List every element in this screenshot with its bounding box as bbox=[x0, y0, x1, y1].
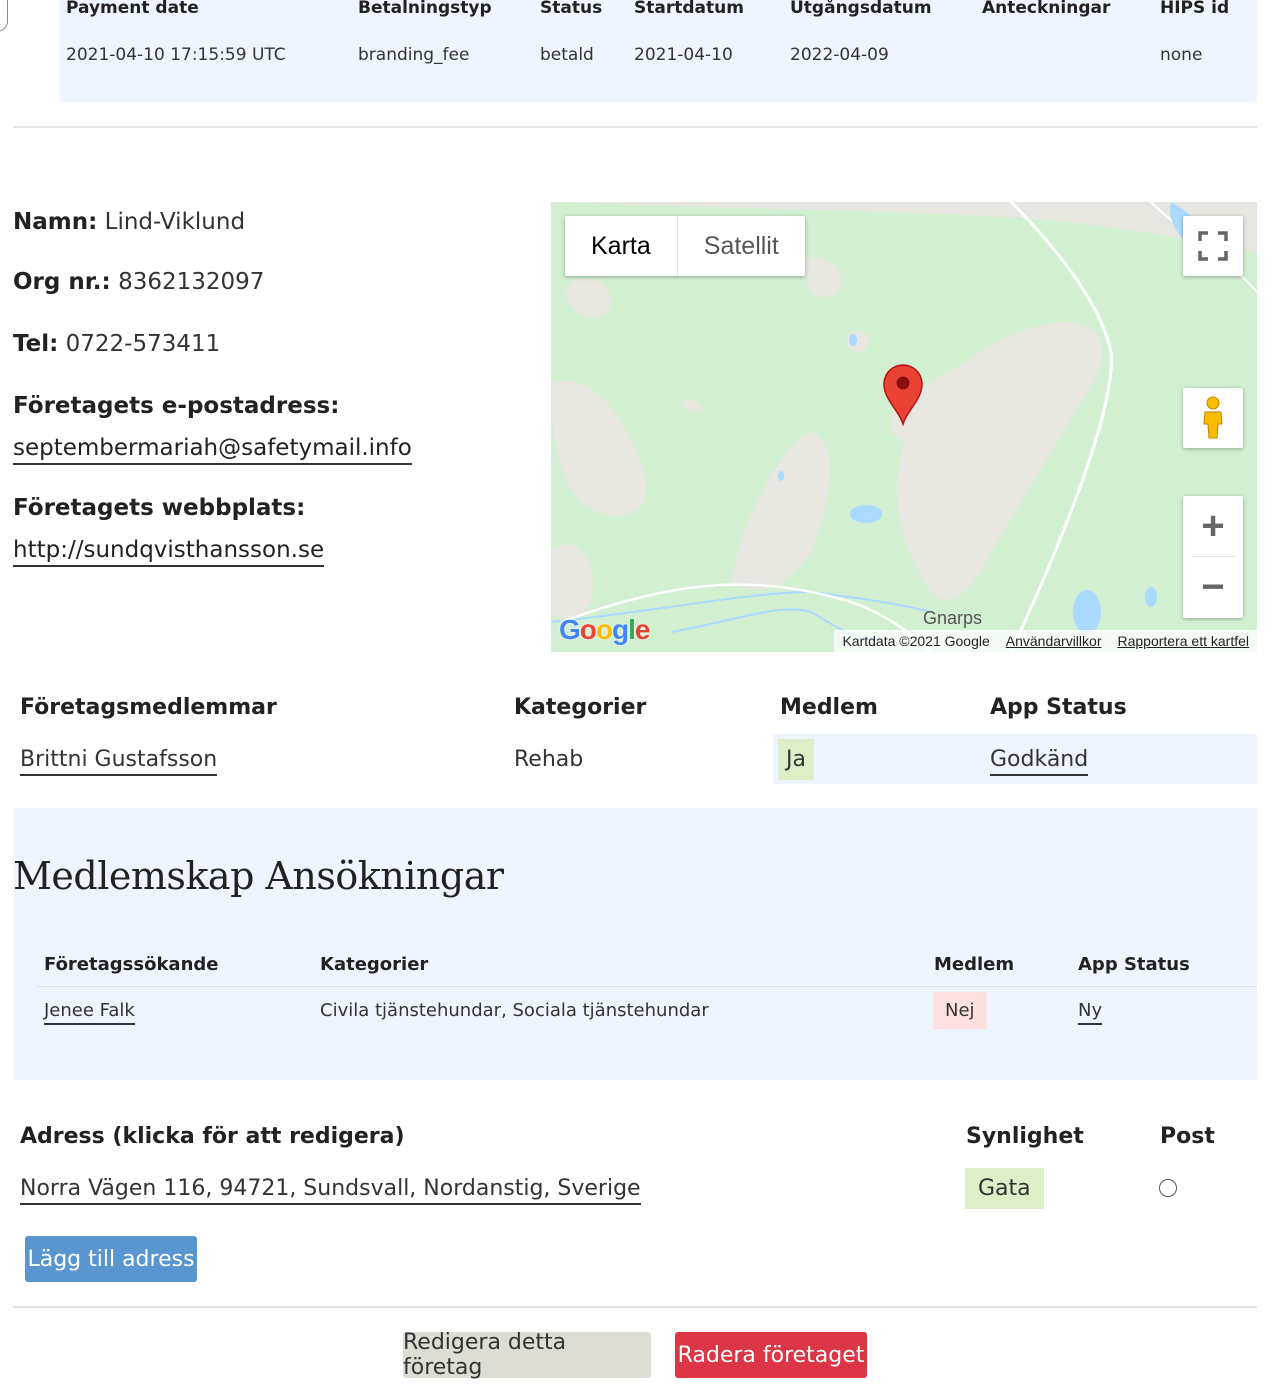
fullscreen-button[interactable] bbox=[1183, 216, 1243, 276]
payments-header-hips: HIPS id bbox=[1160, 0, 1230, 18]
address-link[interactable]: Norra Vägen 116, 94721, Sundsvall, Norda… bbox=[20, 1176, 641, 1205]
member-category: Rehab bbox=[514, 747, 584, 772]
applicant-app-status-link[interactable]: Ny bbox=[1078, 1000, 1103, 1025]
map-marker-icon[interactable] bbox=[882, 362, 924, 426]
members-header-status: App Status bbox=[990, 695, 1127, 720]
company-website-link[interactable]: http://sundqvisthansson.se bbox=[13, 537, 325, 567]
payment-status: betald bbox=[540, 45, 594, 65]
visibility-header: Synlighet bbox=[966, 1124, 1084, 1149]
google-logo[interactable]: Google bbox=[559, 614, 650, 646]
company-name: Lind-Viklund bbox=[104, 209, 246, 235]
pegman-icon bbox=[1203, 396, 1223, 439]
applications-section: Medlemskap Ansökningar Företagssökande K… bbox=[13, 808, 1257, 1080]
divider bbox=[13, 1306, 1257, 1308]
company-email-label-text: Företagets e-postadress: bbox=[13, 393, 340, 419]
company-email-link[interactable]: septembermariah@safetymail.info bbox=[13, 435, 412, 465]
zoom-out-button[interactable]: − bbox=[1183, 557, 1243, 618]
zoom-control: + − bbox=[1183, 496, 1243, 618]
decorative-corner bbox=[0, 0, 8, 32]
delete-company-button[interactable]: Radera företaget bbox=[675, 1332, 867, 1378]
company-name-line: Namn: Lind-Viklund bbox=[13, 209, 245, 235]
payments-header-expiry: Utgångsdatum bbox=[790, 0, 932, 18]
company-web-line: http://sundqvisthansson.se bbox=[13, 537, 325, 567]
fullscreen-icon bbox=[1198, 231, 1228, 261]
payment-type: branding_fee bbox=[358, 45, 470, 65]
company-tel-label: Tel: bbox=[13, 331, 59, 357]
zoom-in-button[interactable]: + bbox=[1183, 496, 1243, 557]
company-org-line: Org nr.: 8362132097 bbox=[13, 269, 264, 295]
company-tel: 0722-573411 bbox=[65, 331, 221, 357]
map-place-label: Gnarps bbox=[923, 608, 983, 628]
post-header: Post bbox=[1160, 1124, 1215, 1149]
divider bbox=[13, 126, 1257, 128]
company-email-line: septembermariah@safetymail.info bbox=[13, 435, 412, 465]
member-app-status-link[interactable]: Godkänd bbox=[990, 747, 1089, 776]
company-org-number: 8362132097 bbox=[118, 269, 265, 295]
edit-company-button[interactable]: Redigera detta företag bbox=[403, 1330, 651, 1380]
payment-date: 2021-04-10 17:15:59 UTC bbox=[66, 45, 286, 65]
address-header: Adress (klicka för att redigera) bbox=[20, 1124, 405, 1149]
map-data-credit: Kartdata ©2021 Google bbox=[842, 633, 990, 649]
map-terms-link[interactable]: Användarvillkor bbox=[998, 633, 1110, 649]
add-address-button[interactable]: Lägg till adress bbox=[25, 1236, 197, 1282]
company-web-label-text: Företagets webbplats: bbox=[13, 495, 306, 521]
company-org-label: Org nr.: bbox=[13, 269, 111, 295]
company-web-label: Företagets webbplats: bbox=[13, 495, 305, 521]
company-name-label: Namn: bbox=[13, 209, 98, 235]
payments-header-date: Payment date bbox=[66, 0, 199, 18]
members-header-member: Medlem bbox=[780, 695, 878, 720]
map-type-satellite-button[interactable]: Satellit bbox=[678, 216, 805, 276]
members-header-category: Kategorier bbox=[514, 695, 647, 720]
payments-header-type: Betalningstyp bbox=[358, 0, 492, 18]
applications-header-applicant: Företagssökande bbox=[44, 954, 219, 975]
member-status-badge: Ja bbox=[778, 739, 814, 780]
map-type-control: Karta Satellit bbox=[565, 216, 805, 276]
payments-table: Payment date Betalningstyp Status Startd… bbox=[59, 0, 1257, 102]
street-view-button[interactable] bbox=[1183, 388, 1243, 448]
zoom-separator bbox=[1191, 556, 1235, 557]
map-attribution: Kartdata ©2021 Google Användarvillkor Ra… bbox=[834, 630, 1257, 652]
applications-title: Medlemskap Ansökningar bbox=[13, 854, 504, 898]
payment-expiry-date: 2022-04-09 bbox=[790, 45, 889, 65]
map-report-link[interactable]: Rapportera ett kartfel bbox=[1109, 633, 1257, 649]
company-email-label: Företagets e-postadress: bbox=[13, 393, 339, 419]
company-tel-line: Tel: 0722-573411 bbox=[13, 331, 220, 357]
payments-header-start: Startdatum bbox=[634, 0, 744, 18]
applications-divider bbox=[37, 986, 1257, 987]
payments-header-notes: Anteckningar bbox=[982, 0, 1111, 18]
map-type-map-button[interactable]: Karta bbox=[565, 216, 678, 276]
applications-header-category: Kategorier bbox=[320, 954, 429, 975]
member-name-link[interactable]: Brittni Gustafsson bbox=[20, 747, 218, 776]
map[interactable]: Karta Satellit + − Gnarps Google Kartdat… bbox=[551, 202, 1257, 652]
visibility-badge: Gata bbox=[965, 1168, 1044, 1209]
payment-hips-id: none bbox=[1160, 45, 1203, 65]
post-address-radio[interactable] bbox=[1159, 1179, 1177, 1197]
members-header-name: Företagsmedlemmar bbox=[20, 695, 277, 720]
applicant-member-badge: Nej bbox=[933, 992, 987, 1029]
payment-start-date: 2021-04-10 bbox=[634, 45, 733, 65]
applicant-name-link[interactable]: Jenee Falk bbox=[44, 1000, 135, 1025]
applications-header-status: App Status bbox=[1078, 954, 1190, 975]
applications-header-member: Medlem bbox=[934, 954, 1015, 975]
payments-header-status: Status bbox=[540, 0, 603, 18]
applicant-category: Civila tjänstehundar, Sociala tjänstehun… bbox=[320, 1000, 709, 1021]
